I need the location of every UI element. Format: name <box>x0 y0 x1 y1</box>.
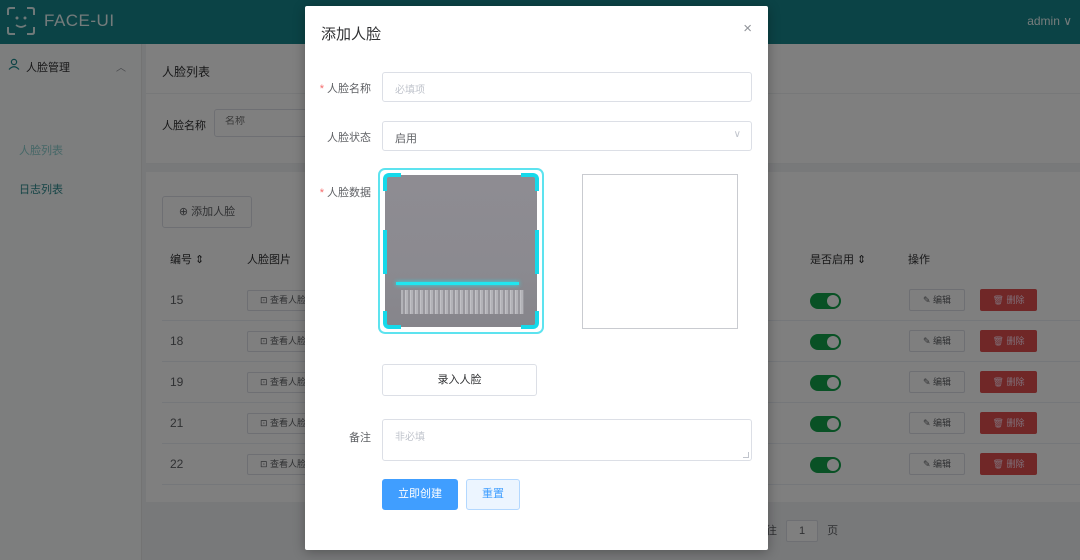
scan-corner <box>383 311 401 329</box>
scan-corner <box>383 173 401 191</box>
scan-edge <box>535 230 539 274</box>
face-status-select[interactable]: 启用 ∨ <box>382 121 752 151</box>
face-status-label: 人脸状态 <box>327 132 371 144</box>
note-placeholder: 非必填 <box>395 432 425 443</box>
scan-edge <box>383 230 387 274</box>
reset-button[interactable]: 重置 <box>466 479 520 510</box>
required-asterisk: * <box>319 187 324 199</box>
camera-feed <box>385 175 537 327</box>
note-label: 备注 <box>349 432 371 444</box>
scan-corner <box>521 173 539 191</box>
face-name-label: * 人脸名称 <box>319 83 371 95</box>
note-textarea[interactable]: 非必填 <box>382 419 752 461</box>
add-face-dialog: 添加人脸 × * 人脸名称 必填项 人脸状态 启用 ∨ * 人脸数据 录入人脸 备注… <box>305 6 768 550</box>
face-name-placeholder: 必填项 <box>395 85 425 96</box>
capture-face-button[interactable]: 录入人脸 <box>382 364 537 396</box>
face-name-input[interactable]: 必填项 <box>382 72 752 102</box>
close-icon[interactable]: × <box>743 20 752 37</box>
face-status-value: 启用 <box>395 133 417 145</box>
dialog-title: 添加人脸 <box>321 26 382 43</box>
required-asterisk: * <box>319 83 324 95</box>
camera-capture-view <box>378 168 544 334</box>
captured-face-preview <box>582 174 738 329</box>
resize-handle[interactable] <box>743 452 749 458</box>
face-data-label: * 人脸数据 <box>319 187 371 199</box>
chevron-down-icon: ∨ <box>733 129 741 140</box>
create-button[interactable]: 立即创建 <box>382 479 458 510</box>
scan-corner <box>521 311 539 329</box>
scan-line <box>396 282 519 285</box>
camera-noise-band <box>401 290 524 314</box>
